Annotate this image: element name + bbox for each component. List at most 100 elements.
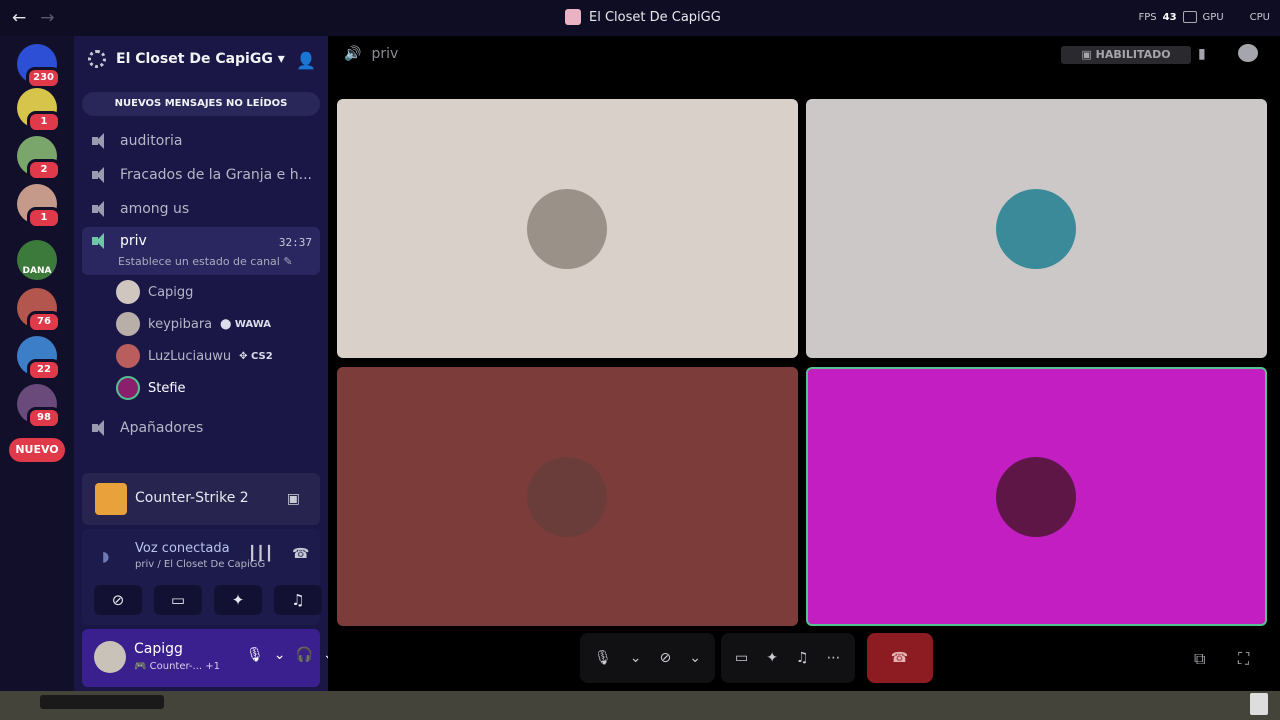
microphone-icon[interactable]: 🎙: [594, 650, 612, 666]
member-name: Capigg: [148, 284, 194, 300]
speaker-icon: [92, 420, 110, 436]
unread-badge: 1: [27, 207, 61, 229]
channel-sidebar: El Closet De CapiGG ▾ 👤 NUEVOS MENSAJES …: [74, 36, 357, 691]
server-icon[interactable]: DANA: [17, 240, 57, 280]
voice-channel-fracados[interactable]: Fracados de la Granja e h...: [82, 160, 320, 190]
voice-connection-panel: ◗ Voz conectada priv / El Closet De Capi…: [82, 529, 322, 625]
cs2-game-icon: [95, 483, 127, 515]
activities-icon[interactable]: ✦: [214, 585, 262, 615]
camera-off-icon[interactable]: ⊘: [94, 585, 142, 615]
chevron-down-icon[interactable]: ⌄: [274, 647, 286, 663]
call-channel: 🔊 priv: [344, 46, 398, 62]
activity-badge: ✥ CS2: [239, 350, 273, 362]
channel-name: auditoria: [120, 133, 183, 149]
call-channel-name: priv: [371, 46, 399, 62]
server-settings-icon: [88, 50, 106, 68]
unread-badge: 98: [27, 407, 61, 429]
bookmark-icon[interactable]: ▮: [1198, 46, 1206, 62]
headphones-icon[interactable]: 🎧: [296, 647, 313, 663]
share-group: ▭ ✦ ♫ ⋯: [720, 633, 855, 683]
call-controls: 🎙 ⌄ ⊘ ⌄ ▭ ✦ ♫ ⋯ ☎: [580, 633, 1004, 683]
speaker-icon: 🔊: [344, 46, 362, 62]
desktop-taskbar: [0, 691, 1280, 720]
unread-badge: 76: [27, 311, 61, 333]
server-icon[interactable]: 22: [17, 336, 61, 381]
server-icon[interactable]: 98: [17, 384, 61, 429]
invite-user-icon[interactable]: 👤: [296, 51, 316, 70]
gpu-icon: [1182, 11, 1197, 23]
unread-badge: 1: [27, 111, 61, 133]
server-icon[interactable]: 230: [17, 44, 61, 89]
speaker-icon: [92, 201, 110, 217]
member-name: keypibara: [148, 316, 213, 332]
avatar: [527, 189, 607, 269]
participant-tile[interactable]: [337, 367, 798, 626]
chevron-down-icon[interactable]: ⌄: [689, 650, 701, 666]
voice-actions: ⊘ ▭ ✦ ♫: [94, 585, 322, 615]
mail-icon[interactable]: [1250, 693, 1268, 715]
screen-share-icon[interactable]: ▭: [154, 585, 202, 615]
server-name-text: El Closet De CapiGG: [116, 51, 273, 67]
chevron-down-icon[interactable]: ⌄: [630, 650, 642, 666]
server-rail: 230 1 2 1 DANA 76 22 98 NUEVO: [0, 36, 74, 691]
screen-share-icon[interactable]: ▭: [735, 650, 748, 666]
voice-member[interactable]: Capigg: [116, 278, 193, 306]
participant-tile-speaking[interactable]: [806, 367, 1267, 626]
chat-icon[interactable]: [1238, 44, 1258, 62]
fullscreen-icon[interactable]: ⛶: [1238, 649, 1249, 669]
channel-name: Fracados de la Granja e h...: [120, 167, 312, 183]
window-title-text: El Closet De CapiGG: [589, 9, 721, 25]
fps-label: FPS: [1138, 11, 1157, 23]
server-icon[interactable]: 2: [17, 136, 61, 181]
back-icon[interactable]: ←: [12, 8, 26, 28]
disconnect-icon[interactable]: ☎: [292, 546, 309, 562]
server-icon[interactable]: 1: [17, 184, 61, 229]
channel-status[interactable]: Establece un estado de canal ✎: [118, 255, 293, 268]
voice-member[interactable]: Stefie: [116, 374, 186, 402]
end-call-button[interactable]: ☎: [866, 633, 933, 683]
voice-channel-among-us[interactable]: among us: [82, 194, 320, 224]
avatar: [116, 280, 140, 304]
channel-name: priv: [120, 233, 147, 249]
server-icon[interactable]: 76: [17, 288, 61, 333]
avatar: [116, 344, 140, 368]
voice-channel-priv[interactable]: priv 32:37 Establece un estado de canal …: [82, 227, 320, 275]
enabled-button[interactable]: ▣ HABILITADO: [1061, 46, 1191, 64]
history-nav: ← →: [12, 8, 55, 28]
window-title: El Closet De CapiGG: [565, 9, 721, 25]
microphone-icon[interactable]: 🎙: [246, 647, 264, 663]
server-icon[interactable]: 1: [17, 88, 61, 133]
new-unreads-pill[interactable]: NUEVO: [9, 438, 65, 462]
activity-panel: Counter-Strike 2 ▣: [82, 473, 320, 525]
cpu-label: CPU: [1249, 11, 1270, 23]
scrollbar[interactable]: [40, 695, 164, 709]
signal-icon[interactable]: ◗: [102, 549, 109, 565]
voice-member[interactable]: keypibara ⬤ WAWA: [116, 310, 271, 338]
unread-messages-bar[interactable]: NUEVOS MENSAJES NO LEÍDOS: [82, 92, 320, 116]
voice-location[interactable]: priv / El Closet De CapiGG: [135, 559, 265, 570]
server-header[interactable]: El Closet De CapiGG ▾ 👤: [74, 36, 328, 84]
unread-badge: 22: [27, 359, 61, 381]
chevron-down-icon: ▾: [277, 51, 285, 67]
voice-channel-auditoria[interactable]: auditoria: [82, 126, 320, 156]
more-icon[interactable]: ⋯: [827, 650, 841, 666]
forward-icon[interactable]: →: [40, 8, 54, 28]
channel-name: Apañadores: [120, 420, 204, 436]
camera-off-icon[interactable]: ⊘: [660, 650, 672, 666]
avatar[interactable]: [94, 641, 126, 673]
voice-connected-label: Voz conectada: [135, 541, 230, 556]
participant-tile[interactable]: [806, 99, 1267, 358]
voice-member[interactable]: LuzLuciauwu ✥ CS2: [116, 342, 273, 370]
noise-suppression-icon[interactable]: ┃┃┃: [248, 546, 273, 562]
activity-badge: ⬤ WAWA: [220, 318, 272, 330]
username[interactable]: Capigg: [134, 641, 183, 657]
member-name: Stefie: [148, 380, 186, 396]
soundboard-icon[interactable]: ♫: [274, 585, 322, 615]
server-favicon-icon: [565, 9, 581, 25]
soundboard-icon[interactable]: ♫: [796, 650, 809, 666]
participant-tile[interactable]: [337, 99, 798, 358]
activities-icon[interactable]: ✦: [766, 650, 778, 666]
stream-game-icon[interactable]: ▣: [287, 491, 300, 507]
voice-channel-apanadores[interactable]: Apañadores: [82, 413, 320, 443]
popout-icon[interactable]: ⧉: [1194, 649, 1205, 669]
